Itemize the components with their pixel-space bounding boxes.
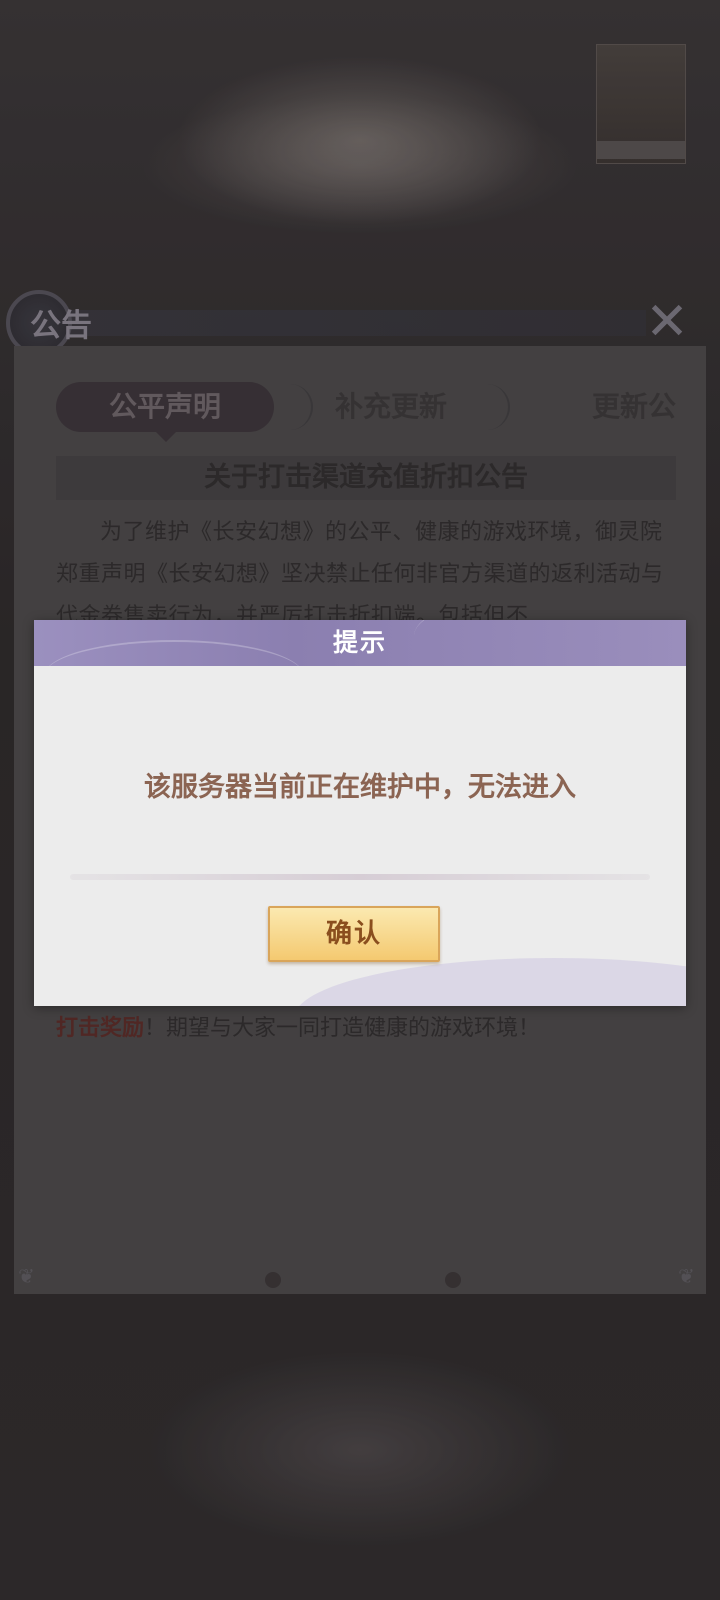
dialog-message: 该服务器当前正在维护中，无法进入 (144, 772, 576, 803)
confirm-button[interactable]: 确认 (268, 906, 440, 962)
dialog-header: 提示 (34, 620, 686, 666)
maintenance-dialog: 提示 该服务器当前正在维护中，无法进入 确认 (34, 620, 686, 1006)
dialog-title: 提示 (332, 628, 387, 657)
dialog-divider (70, 874, 650, 880)
